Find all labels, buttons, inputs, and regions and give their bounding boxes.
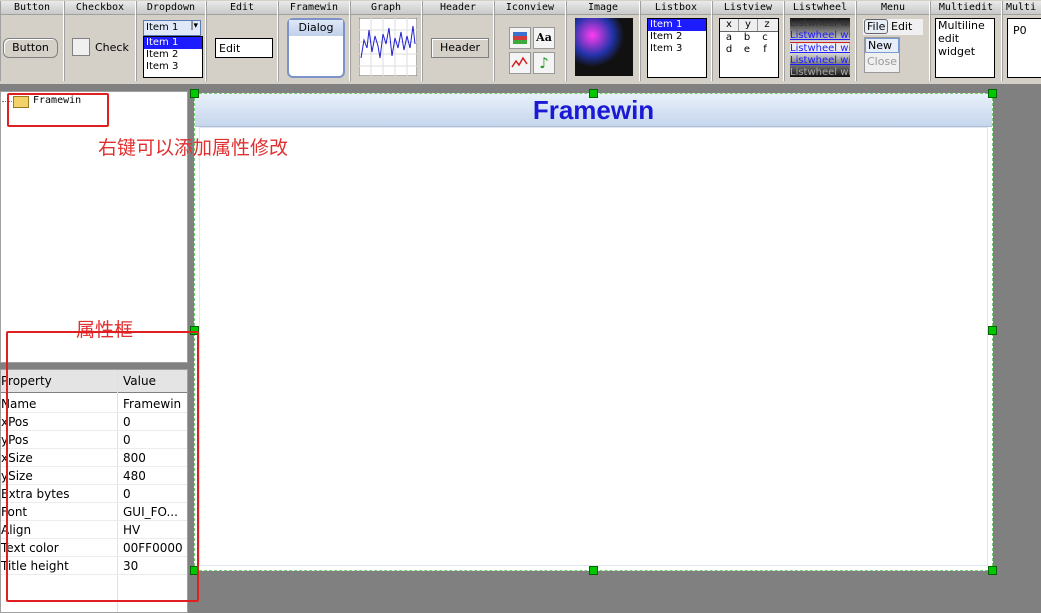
- palette-listbox[interactable]: Listbox Item 1 Item 2 Item 3: [640, 1, 712, 81]
- submenu-new: New: [865, 38, 899, 53]
- widget-palette: Button Button Checkbox Check Dropdown It…: [0, 0, 1041, 85]
- listwheel-item: Listwheel wid: [790, 55, 850, 66]
- listview-cell: c: [762, 32, 768, 43]
- palette-menu[interactable]: Menu File Edit New Close: [856, 1, 930, 81]
- mini-framewin-caption: Dialog: [289, 20, 343, 36]
- sample-listwheel: Listwheel wid Listwheel wid Listwheel wi…: [790, 18, 850, 77]
- palette-listview[interactable]: Listview x y z a b c d e f: [712, 1, 784, 81]
- palette-checkbox[interactable]: Checkbox Check: [64, 1, 136, 81]
- listview-cell: a: [725, 32, 733, 43]
- palette-framewin[interactable]: Framewin Dialog: [278, 1, 350, 81]
- sample-button: Button: [3, 38, 58, 58]
- edit-value: Edit: [219, 42, 241, 55]
- mini-framewin: Dialog: [287, 18, 345, 78]
- framewin-client-area[interactable]: [199, 127, 988, 566]
- sample-multipage: P0: [1007, 18, 1041, 78]
- listbox-item: Item 1: [648, 19, 706, 31]
- checkbox-square: [72, 38, 90, 56]
- listview-cell: d: [725, 44, 733, 55]
- palette-multipage[interactable]: Multi P0: [1002, 1, 1041, 81]
- sample-multiedit: Multiline edit widget: [935, 18, 995, 78]
- listview-cell: e: [743, 44, 751, 55]
- dropdown-item: Item 1: [144, 37, 202, 49]
- sample-listbox: Item 1 Item 2 Item 3: [647, 18, 707, 78]
- listwheel-item: Listwheel wid: [790, 30, 850, 41]
- books-icon: [509, 27, 531, 49]
- sample-listview: x y z a b c d e f: [719, 18, 779, 78]
- multipage-tab: P0: [1013, 24, 1027, 37]
- resize-handle[interactable]: [589, 89, 598, 98]
- submenu-close: Close: [867, 55, 897, 68]
- listview-header: x: [720, 19, 739, 31]
- palette-graph[interactable]: Graph: [350, 1, 422, 81]
- sample-edit-field: Edit: [215, 38, 273, 58]
- framewin-title: Framewin: [532, 95, 655, 125]
- listview-header: z: [764, 19, 770, 30]
- dropdown-item: Item 2: [146, 49, 179, 60]
- menu-file: File: [864, 19, 889, 34]
- chevron-down-icon: |▾: [190, 21, 198, 31]
- palette-checkbox-title: Checkbox: [65, 1, 135, 15]
- palette-button-title: Button: [1, 1, 63, 15]
- palette-edit[interactable]: Edit Edit: [206, 1, 278, 81]
- palette-framewin-title: Framewin: [279, 1, 349, 15]
- palette-listview-title: Listview: [713, 1, 783, 15]
- dropdown-list: Item 1 Item 2 Item 3: [143, 36, 203, 78]
- palette-multipage-title: Multi: [1003, 1, 1041, 15]
- palette-iconview[interactable]: Iconview Aa ♪: [494, 1, 566, 81]
- multiedit-line: Multiline: [938, 19, 985, 32]
- palette-image-title: Image: [567, 1, 639, 15]
- image-thumbnail: [575, 18, 633, 76]
- listwheel-item: Listwheel wid: [790, 42, 850, 54]
- tree-highlight-box: [7, 93, 109, 127]
- properties-highlight-box: [6, 331, 199, 602]
- palette-header-title: Header: [423, 1, 493, 15]
- resize-handle[interactable]: [190, 89, 199, 98]
- menu-edit: Edit: [891, 20, 913, 33]
- sample-submenu: New Close: [864, 37, 900, 73]
- sample-header: Header: [431, 38, 489, 58]
- listwheel-item: Listwheel wid: [790, 18, 850, 29]
- dropdown-selected: Item 1: [146, 22, 179, 33]
- resize-handle[interactable]: [589, 566, 598, 575]
- multiedit-line: edit: [938, 32, 960, 45]
- tree-annotation: 右键可以添加属性修改: [98, 137, 289, 159]
- palette-listwheel[interactable]: Listwheel Listwheel wid Listwheel wid Li…: [784, 1, 856, 81]
- palette-edit-title: Edit: [207, 1, 277, 15]
- sample-menubar: File Edit: [863, 19, 923, 35]
- palette-listwheel-title: Listwheel: [785, 1, 855, 15]
- palette-dropdown-title: Dropdown: [137, 1, 205, 15]
- resize-handle[interactable]: [988, 326, 997, 335]
- listbox-item: Item 2: [650, 31, 683, 42]
- dropdown-field: Item 1 |▾: [143, 20, 201, 36]
- listbox-item: Item 3: [650, 43, 683, 54]
- listwheel-item: Listwheel wid: [790, 67, 850, 77]
- framewin-titlebar[interactable]: Framewin: [195, 94, 992, 127]
- dropdown-item: Item 3: [146, 61, 179, 72]
- palette-header[interactable]: Header Header: [422, 1, 494, 81]
- listview-header: y: [739, 19, 758, 31]
- multiedit-line: widget: [938, 45, 976, 58]
- listview-cell: f: [763, 44, 767, 55]
- framewin-widget[interactable]: Framewin: [194, 93, 993, 571]
- palette-menu-title: Menu: [857, 1, 929, 15]
- chart-icon: [509, 52, 531, 74]
- palette-dropdown[interactable]: Dropdown Item 1 |▾ Item 1 Item 2 Item 3: [136, 1, 206, 81]
- listview-cell: b: [743, 32, 751, 43]
- resize-handle[interactable]: [988, 89, 997, 98]
- graph-icon: [359, 18, 417, 76]
- resize-handle[interactable]: [988, 566, 997, 575]
- palette-graph-title: Graph: [351, 1, 421, 15]
- palette-image[interactable]: Image: [566, 1, 640, 81]
- palette-iconview-title: Iconview: [495, 1, 565, 15]
- palette-listbox-title: Listbox: [641, 1, 711, 15]
- checkbox-label: Check: [95, 41, 129, 54]
- font-icon: Aa: [533, 27, 555, 49]
- palette-multiedit[interactable]: Multiedit Multiline edit widget: [930, 1, 1002, 81]
- music-icon: ♪: [533, 52, 555, 74]
- palette-button[interactable]: Button Button: [0, 1, 64, 81]
- palette-multiedit-title: Multiedit: [931, 1, 1001, 15]
